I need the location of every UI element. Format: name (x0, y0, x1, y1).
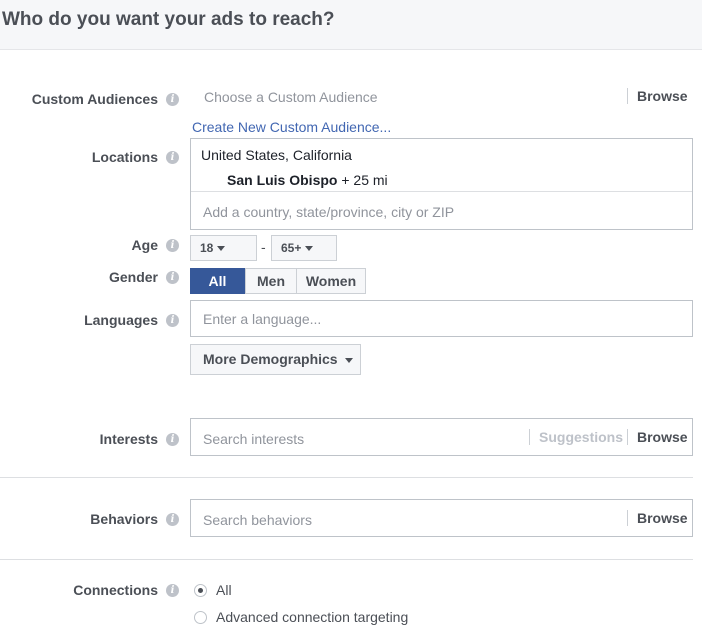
info-icon[interactable]: i (166, 93, 179, 106)
location-city-row[interactable]: San Luis Obispo + 25 mi (227, 172, 388, 188)
languages-input[interactable]: Enter a language... (203, 311, 321, 327)
caret-down-icon (305, 246, 314, 252)
connections-all-radio[interactable] (194, 584, 207, 597)
location-input[interactable]: Add a country, state/province, city or Z… (203, 204, 454, 220)
gender-men-button[interactable]: Men (245, 268, 297, 294)
location-region: United States, California (201, 147, 352, 163)
locations-divider (191, 191, 692, 192)
custom-audience-browse-button[interactable]: Browse (627, 88, 688, 104)
gender-women-button[interactable]: Women (296, 268, 366, 294)
age-max-value: 65+ (281, 241, 302, 255)
languages-label: Languages (84, 312, 158, 328)
connections-label: Connections (73, 582, 158, 598)
interests-suggestions-button[interactable]: Suggestions (529, 429, 623, 445)
info-icon[interactable]: i (166, 314, 179, 327)
section-divider (0, 559, 693, 560)
more-demographics-button[interactable]: More Demographics (190, 344, 361, 375)
behaviors-label: Behaviors (90, 511, 158, 527)
custom-audience-input[interactable]: Choose a Custom Audience (204, 89, 378, 105)
behaviors-input[interactable]: Search behaviors (203, 512, 312, 528)
connections-advanced-radio[interactable] (194, 611, 207, 624)
interests-input-box[interactable]: Search interests Suggestions Browse (190, 418, 693, 456)
age-min-select[interactable]: 18 (190, 235, 257, 261)
connections-all-label[interactable]: All (216, 582, 232, 598)
section-header: Who do you want your ads to reach? (0, 0, 702, 50)
location-city: San Luis Obispo (227, 172, 338, 188)
age-min-value: 18 (200, 241, 214, 255)
info-icon[interactable]: i (166, 271, 179, 284)
locations-label: Locations (91, 149, 158, 165)
caret-down-icon (344, 357, 353, 363)
info-icon[interactable]: i (166, 239, 179, 252)
interests-label: Interests (99, 431, 158, 447)
create-custom-audience-link[interactable]: Create New Custom Audience... (192, 119, 391, 135)
section-divider (0, 477, 693, 478)
interests-input[interactable]: Search interests (203, 431, 304, 447)
caret-down-icon (217, 246, 226, 252)
age-separator: - (261, 239, 266, 255)
more-demographics-label: More Demographics (203, 351, 338, 367)
info-icon[interactable]: i (166, 513, 179, 526)
info-icon[interactable]: i (166, 151, 179, 164)
info-icon[interactable]: i (166, 433, 179, 446)
locations-box: United States, California San Luis Obisp… (190, 138, 693, 230)
interests-browse-button[interactable]: Browse (627, 429, 688, 445)
gender-all-button[interactable]: All (190, 268, 245, 294)
custom-audiences-label: Custom Audiences (31, 91, 158, 107)
gender-label: Gender (108, 269, 158, 285)
age-label: Age (131, 237, 158, 253)
connections-advanced-label[interactable]: Advanced connection targeting (216, 609, 408, 625)
behaviors-browse-button[interactable]: Browse (627, 510, 688, 526)
location-radius[interactable]: + 25 mi (341, 172, 387, 188)
behaviors-input-box[interactable]: Search behaviors Browse (190, 499, 693, 537)
age-max-select[interactable]: 65+ (271, 235, 337, 261)
page-title: Who do you want your ads to reach? (2, 9, 335, 30)
info-icon[interactable]: i (166, 584, 179, 597)
languages-input-box[interactable]: Enter a language... (190, 300, 693, 337)
